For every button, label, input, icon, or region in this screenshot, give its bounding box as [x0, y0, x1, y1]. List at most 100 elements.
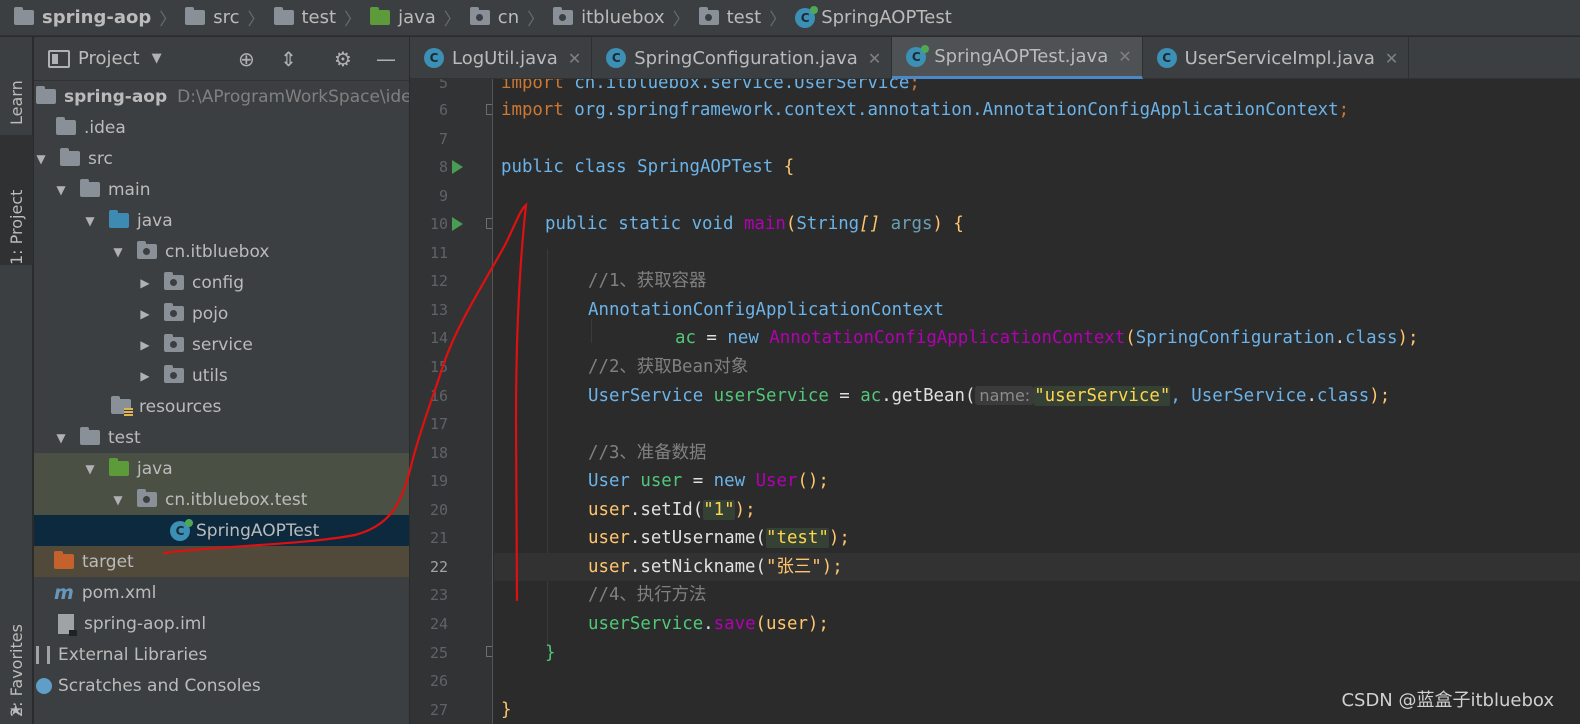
expanded-arrow-icon[interactable]: ▼ — [111, 493, 125, 507]
fold-marker-icon[interactable] — [486, 646, 492, 657]
tab-logutil[interactable]: C LogUtil.java ✕ — [410, 37, 593, 79]
project-tool-window: Project ▼ ⊕ ⇕ ⚙ — spring-aop D:\AProgram… — [34, 37, 409, 724]
expanded-arrow-icon[interactable]: ▼ — [54, 183, 68, 197]
code-editor[interactable]: import cn.itbluebox.service.UserService;… — [494, 79, 1580, 724]
code-line-14: ac = new AnnotationConfigApplicationCont… — [675, 328, 1419, 348]
watermark: CSDN @蓝盒子itbluebox — [1341, 690, 1554, 711]
breadcrumb-separator: 〉 — [769, 10, 787, 30]
tab-springaoptest[interactable]: C SpringAOPTest.java ✕ — [892, 37, 1143, 79]
resources-folder-icon — [111, 396, 133, 416]
line-number: 15 — [429, 358, 448, 376]
line-number: 25 — [429, 644, 448, 662]
package-icon — [137, 489, 157, 507]
code-line-21: user.setUsername("test"); — [588, 528, 850, 548]
breadcrumb-item-itbluebox[interactable]: itbluebox — [553, 0, 665, 36]
tree-node-test-java[interactable]: ▼ java — [34, 453, 409, 484]
run-main-icon[interactable] — [452, 217, 463, 231]
project-view-selector[interactable]: Project — [78, 48, 140, 69]
collapse-all-icon[interactable]: ⇕ — [280, 47, 297, 71]
gear-icon[interactable]: ⚙ — [334, 47, 352, 71]
tree-node-external-libraries[interactable]: External Libraries — [34, 639, 409, 670]
tree-node-main-java[interactable]: ▼ java — [34, 205, 409, 236]
tree-node-scratches[interactable]: Scratches and Consoles — [34, 670, 409, 701]
expanded-arrow-icon[interactable]: ▼ — [83, 462, 97, 476]
breadcrumb-item-cn[interactable]: cn — [469, 0, 519, 36]
code-line-22-current: user.setNickname("张三"); — [494, 553, 1580, 581]
line-number: 5 — [438, 79, 448, 92]
project-panel-header: Project ▼ ⊕ ⇕ ⚙ — — [34, 37, 409, 81]
expanded-arrow-icon[interactable]: ▼ — [83, 214, 97, 228]
tool-tab-project[interactable]: 1: Project — [0, 135, 33, 265]
breadcrumb-item-spring-aop[interactable]: spring-aop — [14, 0, 151, 36]
folder-icon — [80, 427, 100, 445]
tree-node-pojo[interactable]: ▶ pojo — [34, 298, 409, 329]
code-line-18: //3、准备数据 — [588, 443, 707, 463]
package-icon — [164, 365, 184, 383]
collapsed-arrow-icon[interactable]: ▶ — [138, 369, 152, 383]
expanded-arrow-icon[interactable]: ▼ — [34, 152, 48, 166]
line-number: 21 — [429, 529, 448, 547]
tree-node-cn-itbluebox[interactable]: ▼ cn.itbluebox — [34, 236, 409, 267]
line-number: 20 — [429, 501, 448, 519]
breadcrumb-item-test[interactable]: test — [273, 0, 336, 36]
close-icon[interactable]: ✕ — [868, 49, 881, 68]
tree-node-src[interactable]: ▼ src — [34, 143, 409, 174]
run-class-icon[interactable] — [452, 160, 463, 174]
collapsed-arrow-icon[interactable]: ▶ — [138, 338, 152, 352]
line-number: 9 — [438, 187, 448, 205]
code-line-16: UserService userService = ac.getBean(nam… — [588, 386, 1391, 406]
package-icon — [698, 7, 719, 25]
test-class-icon: C — [795, 5, 819, 28]
code-line-12: //1、获取容器 — [588, 271, 707, 291]
tree-node-service[interactable]: ▶ service — [34, 329, 409, 360]
tree-node-idea[interactable]: .idea — [34, 112, 409, 143]
tree-node-springaoptest[interactable]: C SpringAOPTest — [34, 515, 409, 546]
module-folder-icon — [14, 7, 34, 25]
close-icon[interactable]: ✕ — [1118, 47, 1131, 66]
tool-tab-learn[interactable]: Learn — [0, 43, 33, 125]
editor-tab-bar: C LogUtil.java ✕ C SpringConfiguration.j… — [410, 37, 1580, 79]
breadcrumb-item-test-package[interactable]: test — [698, 0, 761, 36]
maven-icon: m — [54, 581, 74, 604]
tree-node-spring-aop-iml[interactable]: spring-aop.iml — [34, 608, 409, 639]
tree-node-spring-aop[interactable]: spring-aop D:\AProgramWorkSpace\idea\sp — [34, 81, 409, 112]
star-icon: ★ — [9, 701, 23, 719]
chevron-down-icon[interactable]: ▼ — [152, 51, 162, 66]
line-number: 16 — [429, 387, 448, 405]
expanded-arrow-icon[interactable]: ▼ — [111, 245, 125, 259]
source-root-folder-icon — [109, 210, 129, 228]
tree-node-pom-xml[interactable]: m pom.xml — [34, 577, 409, 608]
breadcrumb-item-src[interactable]: src — [185, 0, 240, 36]
tree-node-config[interactable]: ▶ config — [34, 267, 409, 298]
left-tool-strip: Learn 1: Project 2: Favorites ★ — [0, 37, 33, 724]
line-number: 23 — [429, 586, 448, 604]
code-line-25: } — [545, 643, 556, 663]
code-line-15: //2、获取Bean对象 — [588, 357, 749, 377]
tree-node-utils[interactable]: ▶ utils — [34, 360, 409, 391]
close-icon[interactable]: ✕ — [1385, 49, 1398, 68]
tool-tab-favorites[interactable]: 2: Favorites — [0, 597, 33, 717]
expanded-arrow-icon[interactable]: ▼ — [54, 431, 68, 445]
tree-node-test[interactable]: ▼ test — [34, 422, 409, 453]
tab-userserviceimpl[interactable]: C UserServiceImpl.java ✕ — [1143, 37, 1410, 79]
breadcrumb-item-java[interactable]: java — [370, 0, 436, 36]
tab-springconfiguration[interactable]: C SpringConfiguration.java ✕ — [592, 37, 893, 79]
tree-node-target[interactable]: target — [34, 546, 409, 577]
test-class-icon: C — [906, 44, 930, 67]
breadcrumb-item-springaoptest[interactable]: C SpringAOPTest — [795, 0, 952, 36]
minimize-icon[interactable]: — — [376, 47, 396, 71]
line-number: 8 — [438, 158, 448, 176]
folder-icon — [273, 7, 294, 25]
fold-marker-icon[interactable] — [486, 104, 492, 115]
collapsed-arrow-icon[interactable]: ▶ — [138, 276, 152, 290]
tree-node-cn-itbluebox-test[interactable]: ▼ cn.itbluebox.test — [34, 484, 409, 515]
fold-marker-icon[interactable] — [486, 218, 492, 229]
code-line-23: //4、执行方法 — [588, 585, 707, 605]
tree-node-main[interactable]: ▼ main — [34, 174, 409, 205]
collapsed-arrow-icon[interactable]: ▶ — [138, 307, 152, 321]
breadcrumb-separator: 〉 — [344, 10, 362, 30]
line-number: 13 — [429, 301, 448, 319]
tree-node-resources[interactable]: resources — [34, 391, 409, 422]
locate-file-icon[interactable]: ⊕ — [238, 47, 255, 71]
close-icon[interactable]: ✕ — [568, 49, 581, 68]
